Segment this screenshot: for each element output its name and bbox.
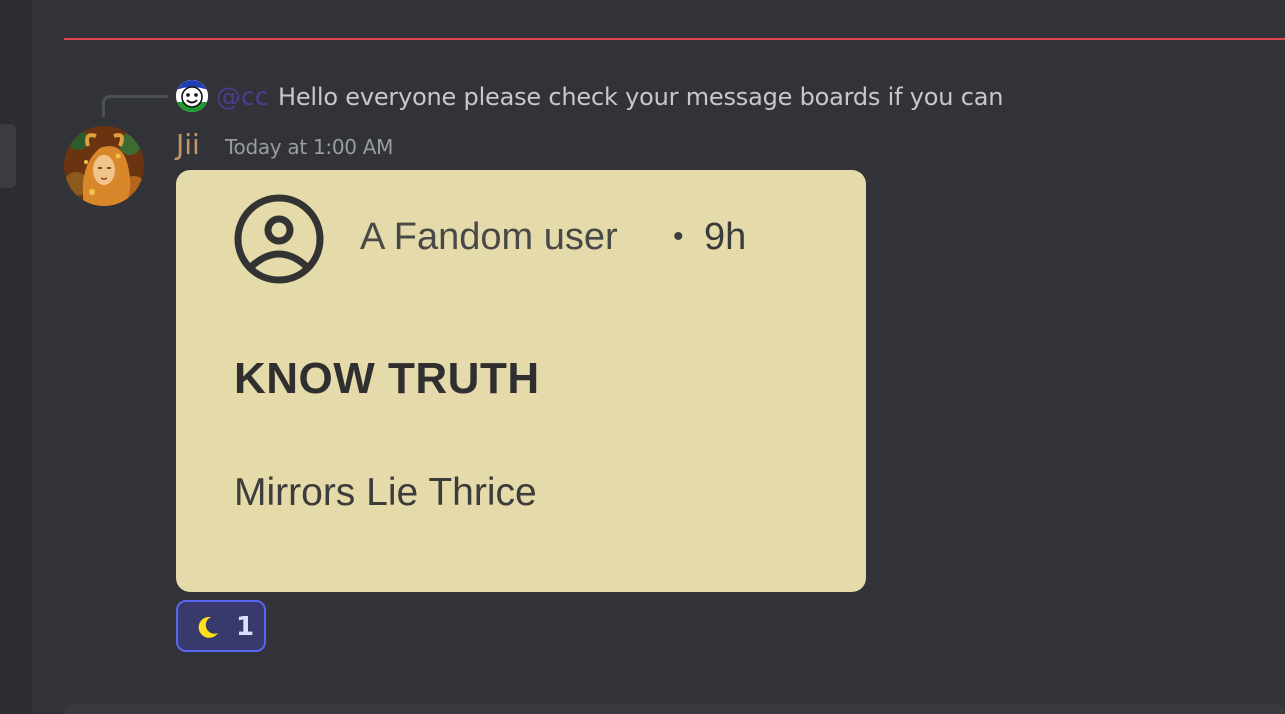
crescent-moon-icon: [198, 616, 218, 638]
channel-sidebar-edge: [0, 0, 32, 714]
avatar[interactable]: [64, 126, 144, 206]
avatar-image: [64, 126, 144, 206]
post-author: A Fandom user: [360, 216, 618, 258]
new-messages-divider: [64, 38, 1285, 40]
reaction-button[interactable]: 1: [176, 600, 266, 652]
message-timestamp[interactable]: Today at 1:00 AM: [225, 134, 393, 160]
chat-view: @cc Hello everyone please check your mes…: [0, 0, 1285, 714]
reply-connector: [102, 95, 168, 117]
reply-avatar-image: [176, 80, 208, 112]
post-separator: •: [673, 220, 684, 253]
image-attachment[interactable]: A Fandom user • 9h KNOW TRUTH Mirrors Li…: [176, 170, 866, 592]
reply-avatar[interactable]: [176, 80, 208, 112]
message-composer[interactable]: [64, 704, 1285, 714]
reaction-count: 1: [236, 612, 255, 642]
message-author[interactable]: Jii: [176, 128, 200, 162]
reply-mention[interactable]: @cc: [216, 82, 269, 112]
reply-preview-text[interactable]: Hello everyone please check your message…: [278, 82, 1003, 112]
user-circle-icon: [234, 194, 324, 284]
post-body: Mirrors Lie Thrice: [234, 471, 537, 514]
post-age: 9h: [704, 216, 747, 258]
scrollbar-thumb[interactable]: [0, 124, 16, 188]
post-title: KNOW TRUTH: [234, 354, 540, 403]
